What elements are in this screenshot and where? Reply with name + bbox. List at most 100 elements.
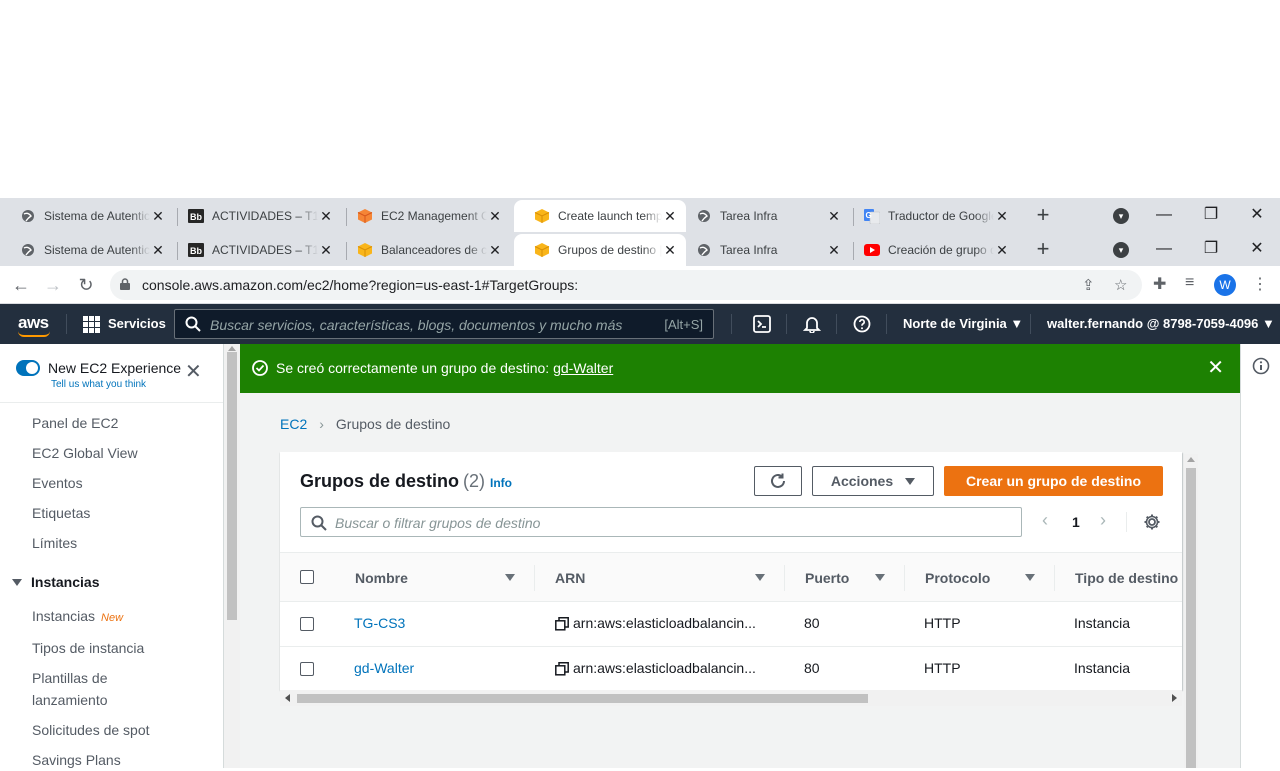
actions-dropdown[interactable]: Acciones	[812, 466, 934, 496]
info-link[interactable]: Info	[490, 476, 512, 490]
column-header-target-type[interactable]: Tipo de destino	[1075, 570, 1178, 586]
browser-tab[interactable]: Bb ACTIVIDADES – T13 ✕	[168, 200, 342, 232]
browser-tab[interactable]: Creación de grupo de destino ✕	[844, 234, 1018, 266]
close-tab-icon[interactable]: ✕	[150, 242, 166, 259]
sidebar-item-launch-templates[interactable]: Plantillas de lanzamiento	[32, 667, 152, 711]
current-page[interactable]: 1	[1072, 514, 1080, 530]
close-tab-icon[interactable]: ✕	[826, 242, 842, 259]
copy-icon[interactable]	[555, 617, 569, 631]
scroll-up-arrow[interactable]	[228, 346, 236, 351]
address-bar[interactable]: console.aws.amazon.com/ec2/home?region=u…	[110, 270, 1142, 300]
region-selector[interactable]: Norte de Virginia ▼	[903, 316, 1023, 331]
menu-kebab-icon[interactable]: ⋮	[1252, 274, 1268, 294]
select-all-checkbox[interactable]	[300, 570, 314, 584]
sort-caret-icon[interactable]	[505, 574, 515, 581]
feedback-link[interactable]: Tell us what you think	[51, 379, 146, 390]
sidebar-item-instances[interactable]: Instancias New	[32, 605, 123, 629]
close-tab-icon[interactable]: ✕	[318, 242, 334, 259]
close-sidebar-icon[interactable]: ✕	[185, 362, 202, 382]
close-tab-icon[interactable]: ✕	[150, 208, 166, 225]
target-group-link[interactable]: gd-Walter	[553, 360, 613, 376]
column-divider[interactable]	[904, 565, 905, 591]
info-icon[interactable]	[1252, 357, 1270, 375]
new-experience-toggle[interactable]	[16, 360, 40, 376]
table-row[interactable]: gd-Walter arn:aws:elasticloadbalancin...…	[280, 647, 1182, 690]
next-page-icon[interactable]: ›	[1100, 510, 1106, 531]
forward-icon[interactable]: →	[40, 272, 66, 298]
target-group-name-link[interactable]: TG-CS3	[354, 615, 405, 631]
row-checkbox[interactable]	[300, 617, 314, 631]
minimize-icon[interactable]: —	[1146, 236, 1182, 262]
table-row[interactable]: TG-CS3 arn:aws:elasticloadbalancin... 80…	[280, 602, 1182, 647]
new-tab-button[interactable]: +	[1029, 238, 1057, 262]
extensions-icon[interactable]: ✚	[1153, 274, 1166, 294]
gear-icon[interactable]	[1143, 513, 1161, 531]
close-tab-icon[interactable]: ✕	[487, 242, 503, 259]
sidebar-item-panel[interactable]: Panel de EC2	[32, 412, 118, 434]
scrollbar-thumb[interactable]	[227, 352, 237, 620]
previous-page-icon[interactable]: ‹	[1042, 510, 1048, 531]
scrollbar-thumb[interactable]	[1186, 468, 1196, 768]
media-control-icon[interactable]: ≡	[1185, 274, 1194, 292]
account-menu[interactable]: walter.fernando @ 8798-7059-4096 ▼	[1047, 316, 1275, 331]
close-tab-icon[interactable]: ✕	[994, 242, 1010, 259]
minimize-icon[interactable]: —	[1146, 202, 1182, 228]
browser-tab[interactable]: Tarea Infra ✕	[676, 234, 850, 266]
browser-tab[interactable]: EC2 Management Console ✕	[337, 200, 511, 232]
bookmark-star-icon[interactable]: ☆	[1114, 276, 1127, 294]
sidebar-section-instances[interactable]: Instancias	[12, 574, 99, 590]
target-group-name-link[interactable]: gd-Walter	[354, 660, 414, 676]
close-window-icon[interactable]: ✕	[1239, 202, 1275, 228]
refresh-button[interactable]	[754, 466, 802, 496]
scroll-left-arrow[interactable]	[285, 694, 290, 702]
browser-tab[interactable]: Tarea Infra ✕	[676, 200, 850, 232]
sidebar-item-events[interactable]: Eventos	[32, 472, 83, 494]
scroll-right-arrow[interactable]	[1172, 694, 1177, 702]
column-header-protocol[interactable]: Protocolo	[925, 570, 990, 586]
new-tab-button[interactable]: +	[1029, 204, 1057, 228]
filter-target-groups-input[interactable]: Buscar o filtrar grupos de destino	[300, 507, 1022, 537]
help-icon[interactable]	[853, 315, 871, 333]
sort-caret-icon[interactable]	[875, 574, 885, 581]
reload-icon[interactable]: ↻	[73, 272, 99, 298]
sidebar-item-global-view[interactable]: EC2 Global View	[32, 442, 138, 464]
sort-caret-icon[interactable]	[755, 574, 765, 581]
cloudshell-icon[interactable]	[753, 315, 771, 333]
close-window-icon[interactable]: ✕	[1239, 236, 1275, 262]
dismiss-flash-icon[interactable]: ✕	[1207, 358, 1224, 378]
sort-caret-icon[interactable]	[1025, 574, 1035, 581]
aws-logo[interactable]: aws	[18, 313, 49, 333]
browser-tab-active[interactable]: Grupos de destino | EC2 ✕	[514, 234, 686, 266]
tab-search-icon[interactable]: ▾	[1113, 208, 1129, 224]
row-checkbox[interactable]	[300, 662, 314, 676]
browser-tab[interactable]: G Traductor de Google ✕	[844, 200, 1018, 232]
column-header-port[interactable]: Puerto	[805, 570, 849, 586]
column-header-arn[interactable]: ARN	[555, 570, 585, 586]
table-horizontal-scrollbar[interactable]	[280, 690, 1182, 706]
browser-tab[interactable]: Sistema de Autenticación ✕	[0, 234, 174, 266]
browser-tab-active[interactable]: Create launch template ✕	[514, 200, 686, 232]
scroll-up-arrow[interactable]	[1187, 457, 1195, 462]
main-vertical-scrollbar[interactable]	[1184, 454, 1198, 768]
close-tab-icon[interactable]: ✕	[487, 208, 503, 225]
tab-search-icon[interactable]: ▾	[1113, 242, 1129, 258]
browser-tab[interactable]: Balanceadores de carga ✕	[337, 234, 511, 266]
back-icon[interactable]: ←	[8, 272, 34, 298]
share-icon[interactable]: ⇪	[1082, 276, 1095, 294]
services-menu[interactable]: Servicios	[108, 316, 166, 331]
sidebar-item-tags[interactable]: Etiquetas	[32, 502, 90, 524]
restore-icon[interactable]: ❐	[1193, 236, 1229, 262]
column-header-name[interactable]: Nombre	[355, 570, 408, 586]
column-divider[interactable]	[784, 565, 785, 591]
copy-icon[interactable]	[555, 662, 569, 676]
services-grid-icon[interactable]	[83, 316, 100, 333]
close-tab-icon[interactable]: ✕	[318, 208, 334, 225]
sidebar-item-spot-requests[interactable]: Solicitudes de spot	[32, 719, 150, 741]
sidebar-item-instance-types[interactable]: Tipos de instancia	[32, 637, 144, 659]
create-target-group-button[interactable]: Crear un grupo de destino	[944, 466, 1163, 496]
browser-tab[interactable]: Bb ACTIVIDADES – T13 ✕	[168, 234, 342, 266]
close-tab-icon[interactable]: ✕	[994, 208, 1010, 225]
browser-tab[interactable]: Sistema de Autenticación ✕	[0, 200, 174, 232]
breadcrumb-ec2[interactable]: EC2	[280, 416, 307, 432]
restore-icon[interactable]: ❐	[1193, 202, 1229, 228]
